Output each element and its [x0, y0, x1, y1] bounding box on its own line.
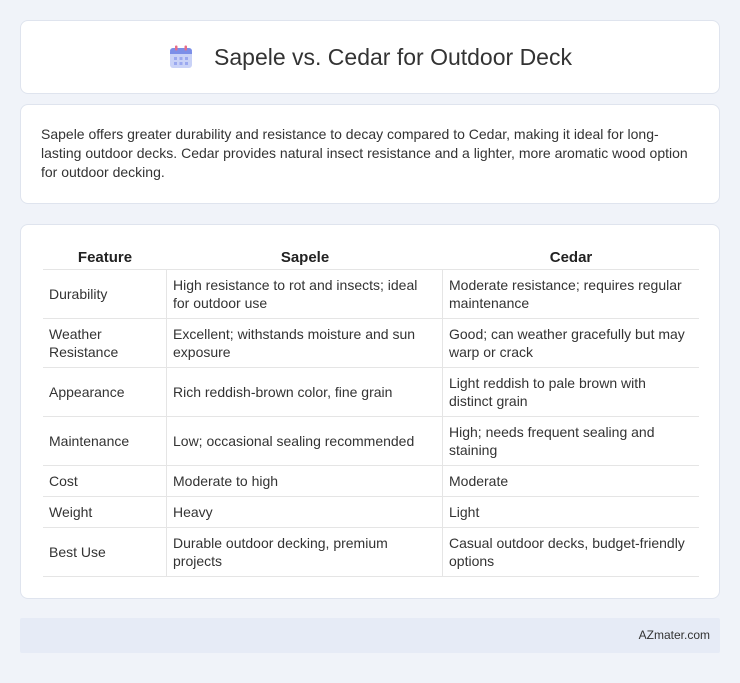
table-cell: Weight [43, 497, 167, 528]
table-cell: Appearance [43, 368, 167, 417]
table-cell: Light reddish to pale brown with distinc… [443, 368, 699, 417]
summary-card: Sapele offers greater durability and res… [20, 104, 720, 204]
table-row: Weight Heavy Light [43, 497, 699, 528]
table-cell: Cost [43, 466, 167, 497]
table-cell: Durable outdoor decking, premium project… [167, 528, 443, 577]
title-card: Sapele vs. Cedar for Outdoor Deck [20, 20, 720, 94]
table-row: Weather Resistance Excellent; withstands… [43, 319, 699, 368]
table-cell: Rich reddish-brown color, fine grain [167, 368, 443, 417]
table-cell: Good; can weather gracefully but may war… [443, 319, 699, 368]
calendar-icon [168, 44, 194, 70]
summary-text: Sapele offers greater durability and res… [41, 126, 688, 180]
table-cell: High resistance to rot and insects; idea… [167, 270, 443, 319]
table-cell: High; needs frequent sealing and stainin… [443, 417, 699, 466]
table-cell: Moderate resistance; requires regular ma… [443, 270, 699, 319]
table-cell: Moderate [443, 466, 699, 497]
table-row: Appearance Rich reddish-brown color, fin… [43, 368, 699, 417]
comparison-table-card: Feature Sapele Cedar Durability High res… [20, 224, 720, 599]
table-cell: Best Use [43, 528, 167, 577]
table-header-row: Feature Sapele Cedar [43, 245, 699, 270]
column-header: Sapele [167, 245, 443, 270]
column-header: Cedar [443, 245, 699, 270]
table-cell: Heavy [167, 497, 443, 528]
footer: AZmater.com [20, 618, 720, 653]
table-row: Best Use Durable outdoor decking, premiu… [43, 528, 699, 577]
table-cell: Low; occasional sealing recommended [167, 417, 443, 466]
table-cell: Moderate to high [167, 466, 443, 497]
footer-site-link[interactable]: AZmater.com [639, 628, 710, 642]
comparison-table: Feature Sapele Cedar Durability High res… [43, 245, 699, 577]
table-cell: Maintenance [43, 417, 167, 466]
table-cell: Light [443, 497, 699, 528]
table-row: Durability High resistance to rot and in… [43, 270, 699, 319]
table-cell: Durability [43, 270, 167, 319]
table-cell: Casual outdoor decks, budget-friendly op… [443, 528, 699, 577]
table-cell: Weather Resistance [43, 319, 167, 368]
table-row: Cost Moderate to high Moderate [43, 466, 699, 497]
table-row: Maintenance Low; occasional sealing reco… [43, 417, 699, 466]
column-header: Feature [43, 245, 167, 270]
page-title: Sapele vs. Cedar for Outdoor Deck [214, 43, 572, 70]
table-cell: Excellent; withstands moisture and sun e… [167, 319, 443, 368]
